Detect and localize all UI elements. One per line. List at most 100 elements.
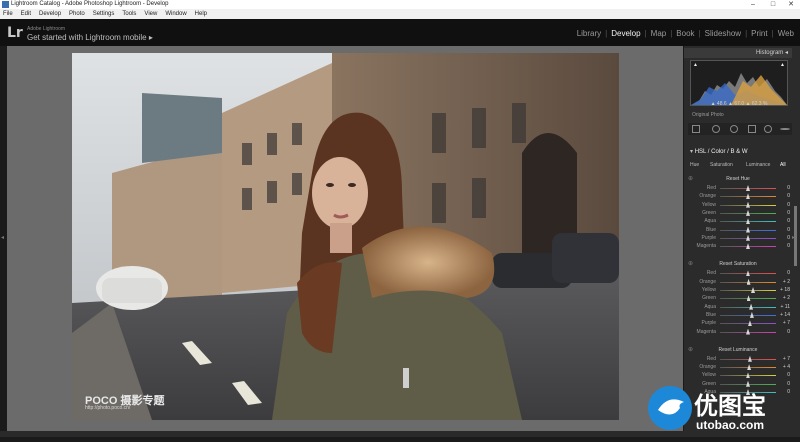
module-print[interactable]: Print <box>751 29 767 38</box>
original-photo-label: Original Photo <box>692 112 724 118</box>
module-picker: Library | Develop | Map | Book | Slideshow | Print… <box>576 29 794 38</box>
hsl-slider-label: Red <box>706 355 716 362</box>
hsl-slider-track[interactable] <box>720 323 776 325</box>
hsl-slider-value[interactable]: + 14 <box>776 312 790 318</box>
hsl-slider-value[interactable]: + 11 <box>776 304 791 310</box>
hsl-panel-header[interactable]: ▾ HSL / Color / B & W <box>690 148 747 155</box>
module-book[interactable]: Book <box>676 29 694 38</box>
hsl-slider-track[interactable] <box>720 358 776 360</box>
tab-luminance[interactable]: Luminance <box>746 162 770 168</box>
hsl-slider-track[interactable] <box>720 314 776 316</box>
hsl-slider-value[interactable]: 0 <box>776 243 790 249</box>
hsl-slider-label: Green <box>702 209 716 216</box>
hsl-slider-label: Yellow <box>701 372 716 379</box>
hsl-slider-value[interactable]: + 7 <box>776 320 790 326</box>
target-adjust-icon[interactable]: ⊕ <box>688 260 693 267</box>
module-library[interactable]: Library <box>577 29 601 38</box>
module-web[interactable]: Web <box>778 29 794 38</box>
menu-file[interactable]: File <box>3 11 13 17</box>
hsl-slider-label: Orange <box>699 364 716 371</box>
hsl-slider-value[interactable]: + 2 <box>776 295 790 301</box>
app-icon <box>2 1 9 8</box>
hsl-slider-value[interactable]: 0 <box>776 372 790 378</box>
hsl-section-reset[interactable]: Reset Hue <box>684 176 792 182</box>
hsl-slider-track[interactable] <box>720 290 776 291</box>
photo-watermark-url: http://photo.poco.cn/ <box>85 405 131 411</box>
hsl-section-reset[interactable]: Reset Saturation <box>684 261 792 267</box>
menu-help[interactable]: Help <box>195 11 207 17</box>
tab-hue[interactable]: Hue <box>690 162 699 168</box>
highlight-clipping-icon[interactable]: ▲ <box>780 62 785 68</box>
hsl-slider-value[interactable]: + 2 <box>776 279 790 285</box>
hsl-slider-label: Aqua <box>704 218 716 225</box>
menu-bar: File Edit Develop Photo Settings Tools View Win… <box>0 9 800 19</box>
module-slideshow[interactable]: Slideshow <box>705 29 741 38</box>
hsl-slider-value[interactable]: + 18 <box>776 287 790 293</box>
menu-view[interactable]: View <box>144 11 157 17</box>
menu-tools[interactable]: Tools <box>122 11 136 17</box>
menu-edit[interactable]: Edit <box>21 11 31 17</box>
hsl-slider-label: Aqua <box>704 303 716 310</box>
hsl-slider-label: Purple <box>701 320 716 327</box>
hsl-slider-value[interactable]: 0 <box>776 227 790 233</box>
left-panel-toggle-icon[interactable]: ◂ <box>1 234 4 241</box>
adjustment-brush-icon[interactable] <box>780 128 790 130</box>
hsl-slider-row: Yellow 0 <box>684 371 796 379</box>
target-adjust-icon[interactable]: ⊕ <box>688 346 693 353</box>
target-adjust-icon[interactable]: ⊕ <box>688 175 693 182</box>
menu-window[interactable]: Window <box>165 11 186 17</box>
main-photo[interactable] <box>72 53 619 420</box>
tab-all[interactable]: All <box>780 162 786 168</box>
site-logo-name: 优图宝 <box>694 392 766 420</box>
develop-tool-strip <box>688 123 792 135</box>
hsl-slider-row: Purple + 7 <box>684 319 796 327</box>
histogram-curves <box>691 73 787 105</box>
left-panel-collapsed[interactable]: ◂ <box>0 46 7 431</box>
hsl-slider-row: Yellow 0 <box>684 201 796 209</box>
hsl-section-reset[interactable]: Reset Luminance <box>684 347 792 353</box>
hsl-slider-value[interactable]: 0 <box>776 235 790 241</box>
menu-settings[interactable]: Settings <box>93 11 115 17</box>
shadow-clipping-icon[interactable]: ▲ <box>693 62 698 68</box>
hsl-slider-row: Orange + 2 <box>684 278 796 286</box>
right-panel-toggle-icon[interactable]: ▸ <box>792 234 795 241</box>
module-map[interactable]: Map <box>651 29 667 38</box>
hsl-slider-row: Blue 0 <box>684 226 796 234</box>
mobile-promo-link[interactable]: Get started with Lightroom mobile ▸ <box>27 33 153 42</box>
menu-photo[interactable]: Photo <box>69 11 85 17</box>
hsl-slider-row: Yellow + 18 <box>684 286 796 294</box>
spot-removal-icon[interactable] <box>712 125 720 133</box>
menu-develop[interactable]: Develop <box>39 11 61 17</box>
crop-tool-icon[interactable] <box>692 125 700 133</box>
hsl-slider-row: Red + 7 <box>684 355 796 363</box>
minimize-button[interactable]: – <box>745 0 761 9</box>
hsl-title: HSL / Color / B & W <box>694 149 748 155</box>
close-button[interactable]: ✕ <box>783 0 799 9</box>
tab-saturation[interactable]: Saturation <box>710 162 733 168</box>
hsl-slider-label: Red <box>706 270 716 277</box>
window-title: Lightroom Catalog - Adobe Photoshop Ligh… <box>11 1 169 7</box>
hsl-slider-value[interactable]: 0 <box>776 193 790 199</box>
hsl-slider-row: Red 0 <box>684 184 796 192</box>
hsl-slider-value[interactable]: 0 <box>776 202 790 208</box>
hsl-slider-value[interactable]: + 7 <box>776 356 790 362</box>
hsl-slider-label: Green <box>702 295 716 302</box>
hsl-slider-value[interactable]: 0 <box>776 185 790 191</box>
lightroom-logo: Lr <box>7 25 23 41</box>
hsl-slider-row: Orange + 4 <box>684 363 796 371</box>
hsl-slider-value[interactable]: 0 <box>776 329 790 335</box>
hsl-slider-value[interactable]: + 4 <box>776 364 790 370</box>
red-eye-icon[interactable] <box>730 125 738 133</box>
hsl-slider-value[interactable]: 0 <box>776 218 790 224</box>
graduated-filter-icon[interactable] <box>748 125 756 133</box>
maximize-button[interactable]: □ <box>765 0 781 9</box>
radial-filter-icon[interactable] <box>764 125 772 133</box>
hsl-slider-value[interactable]: 0 <box>776 210 790 216</box>
hsl-slider-label: Blue <box>705 226 716 233</box>
hsl-slider-value[interactable]: 0 <box>776 270 790 276</box>
histogram-panel-header[interactable]: Histogram ◂ <box>684 48 792 58</box>
hsl-slider-track[interactable] <box>720 306 776 308</box>
module-develop[interactable]: Develop <box>611 29 640 38</box>
hsl-slider-row: Magenta 0 <box>684 242 796 250</box>
histogram-graph[interactable]: ▲ ▲ <box>690 60 788 106</box>
